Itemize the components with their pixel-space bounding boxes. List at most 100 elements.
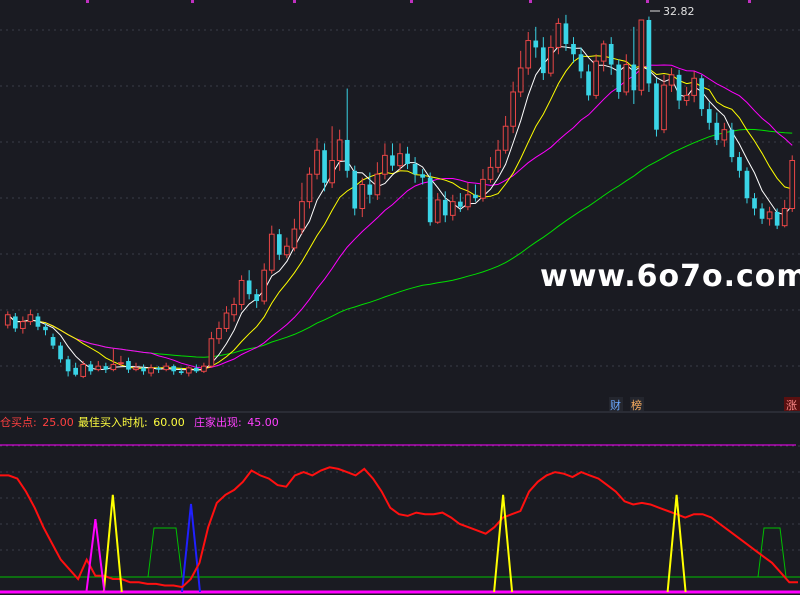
candle-body-down: [608, 43, 614, 65]
candle-body-up: [27, 314, 34, 323]
stock-chart: 32.82 www.6o7o.com 财 榜 涨 仓买点: 25.00 最佳买入…: [0, 0, 800, 595]
candle-body-down: [578, 54, 584, 72]
candle-body-up: [593, 60, 599, 96]
svg-text:涨: 涨: [786, 399, 797, 412]
candle-body-down: [473, 194, 478, 199]
candle-body-down: [676, 74, 682, 101]
candle-body-up: [781, 207, 788, 227]
candle-body-up: [185, 367, 192, 374]
candle-body-down: [458, 201, 463, 207]
legend-item-best-buy: 最佳买入时机: 60.00: [78, 415, 185, 429]
candle-body-down: [646, 19, 652, 84]
candle-body-down: [12, 316, 18, 329]
ranking-badge[interactable]: 榜: [630, 397, 644, 412]
candle-body-up: [216, 327, 222, 340]
high-price-label: 32.82: [663, 5, 695, 18]
watermark: www.6o7o.com: [540, 259, 800, 294]
candle-body-up: [789, 160, 796, 209]
candle-body-up: [110, 363, 117, 371]
candle-body-up: [397, 153, 403, 167]
candle-body-down: [616, 64, 622, 92]
candle-body-up: [766, 211, 773, 220]
finance-badge[interactable]: 财: [609, 397, 623, 412]
candle-body-up: [374, 173, 381, 196]
candle-body-up: [95, 365, 102, 371]
candle-body-up: [465, 194, 471, 208]
candle-body-up: [291, 228, 298, 249]
candle-body-up: [517, 67, 524, 93]
svg-text:财: 财: [610, 398, 621, 412]
candle-body-up: [329, 160, 335, 184]
candle-body-down: [442, 199, 448, 216]
candle-body-down: [103, 366, 109, 370]
candle-body-down: [420, 174, 425, 178]
candle-body-up: [268, 233, 275, 271]
candle-body-down: [759, 208, 765, 219]
candle-body-up: [163, 365, 170, 371]
candle-body-up: [555, 22, 562, 48]
candle-body-down: [563, 23, 569, 44]
candle-body-down: [50, 337, 56, 346]
candle-body-down: [540, 47, 546, 74]
candle-body-down: [58, 345, 63, 360]
candle-body-down: [586, 71, 591, 96]
candle-body-up: [20, 321, 26, 329]
rise-badge[interactable]: 涨: [784, 397, 800, 412]
candle-body-down: [706, 109, 712, 123]
candle-body-up: [721, 129, 728, 141]
candle-body-up: [238, 279, 245, 305]
candle-body-up: [359, 184, 366, 209]
candle-body-down: [171, 366, 177, 372]
candle-body-down: [744, 170, 750, 199]
candle-body-up: [201, 365, 207, 372]
candle-body-up: [148, 367, 154, 374]
candle-body-down: [631, 64, 637, 91]
candle-body-down: [254, 294, 260, 302]
candle-body-down: [194, 367, 199, 372]
candle-body-up: [480, 178, 486, 199]
candle-body-down: [405, 153, 410, 164]
candle-body-up: [691, 77, 698, 96]
candle-body-down: [141, 367, 146, 372]
candle-body-down: [533, 40, 539, 48]
candle-body-down: [774, 211, 780, 226]
svg-text:榜: 榜: [631, 398, 642, 412]
candle-body-down: [344, 139, 350, 171]
candle-body-up: [4, 314, 11, 326]
candle-body-down: [322, 150, 327, 183]
candle-body-down: [699, 78, 705, 110]
candle-body-up: [638, 19, 645, 91]
candle-body-up: [600, 43, 607, 62]
candle-body-up: [223, 312, 230, 329]
candle-body-down: [126, 361, 131, 370]
candle-body-up: [118, 362, 124, 365]
candle-body-down: [427, 177, 433, 223]
candle-body-up: [261, 269, 268, 302]
candle-body-down: [390, 155, 395, 166]
candle-body-up: [449, 201, 456, 216]
candle-body-up: [314, 149, 320, 175]
candle-body-up: [495, 149, 501, 168]
candle-body-up: [510, 91, 516, 127]
candle-body-down: [367, 184, 373, 195]
candle-body-up: [231, 303, 237, 316]
candle-body-down: [156, 367, 161, 370]
candle-body-up: [502, 125, 509, 151]
candle-body-up: [434, 199, 441, 223]
legend-item-dealer: 庄家出现: 45.00: [194, 415, 279, 429]
candle-body-down: [752, 198, 757, 209]
candle-body-up: [487, 166, 494, 180]
candle-body-up: [306, 173, 313, 203]
candle-body-down: [178, 371, 184, 374]
candle-body-down: [88, 364, 94, 372]
candle-body-up: [382, 154, 388, 175]
candle-body-down: [654, 83, 659, 130]
candle-body-down: [276, 234, 282, 255]
candle-body-down: [246, 280, 252, 295]
candle-body-down: [65, 359, 71, 372]
candle-body-up: [299, 201, 305, 230]
candle-body-up: [80, 363, 87, 377]
candle-body-up: [525, 40, 532, 69]
candle-body-down: [737, 157, 742, 171]
candle-body-down: [73, 367, 78, 375]
